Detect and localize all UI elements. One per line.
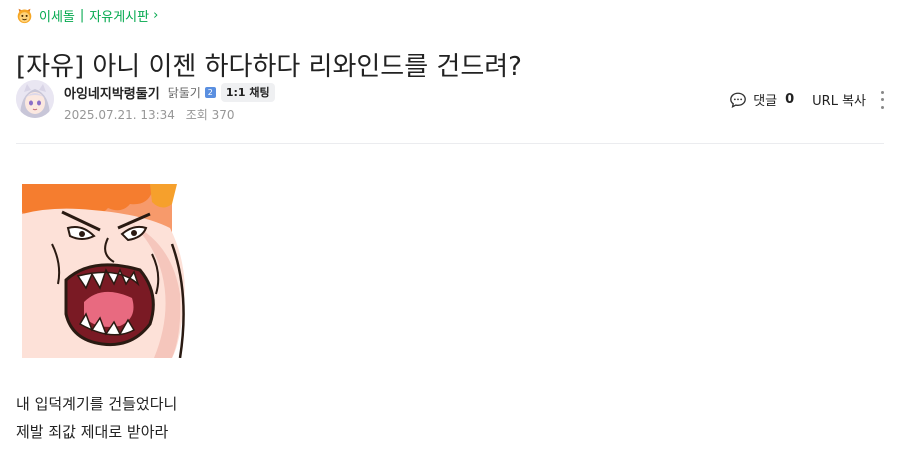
author-info: 아잉네지박령둘기 닭둘기 2 1:1 채팅 2025.07.21. 13:34 …	[64, 82, 275, 123]
vertical-dots-icon[interactable]	[880, 90, 884, 109]
angry-face-illustration	[22, 184, 192, 358]
speech-bubble-icon	[730, 92, 747, 108]
author-line: 아잉네지박령둘기 닭둘기 2 1:1 채팅	[64, 82, 275, 102]
comment-label: 댓글	[753, 94, 778, 109]
view-count: 조회 370	[185, 108, 235, 122]
breadcrumb-board-name[interactable]: 자유게시판	[89, 6, 149, 25]
post-meta: 2025.07.21. 13:34 조회 370	[64, 106, 275, 123]
member-grade: 닭둘기	[167, 85, 201, 100]
chevron-right-icon: ›	[153, 7, 159, 23]
post-image[interactable]	[22, 184, 192, 358]
avatar[interactable]	[16, 80, 54, 118]
author-nickname[interactable]: 아잉네지박령둘기	[64, 83, 160, 102]
breadcrumb[interactable]: 이세돌 | 자유게시판 ›	[16, 5, 158, 25]
one-on-one-chat-button[interactable]: 1:1 채팅	[220, 82, 275, 102]
cafe-emoji-icon	[17, 8, 32, 23]
url-copy-button[interactable]: URL 복사	[812, 90, 866, 109]
post-body-line: 제발 죄값 제대로 받아라	[16, 423, 169, 441]
post-actions: 댓글 0 URL 복사	[729, 90, 884, 109]
post-body-line: 내 입덕계기를 건들었다니	[16, 395, 178, 413]
breadcrumb-separator: |	[79, 7, 85, 23]
header-divider	[16, 143, 884, 144]
avatar-image	[16, 80, 54, 118]
post-body: 내 입덕계기를 건들었다니 제발 죄값 제대로 받아라	[16, 390, 177, 446]
author-row: 아잉네지박령둘기 닭둘기 2 1:1 채팅 2025.07.21. 13:34 …	[16, 80, 884, 122]
comment-button[interactable]: 댓글 0	[729, 90, 794, 109]
breadcrumb-cafe-name[interactable]: 이세돌	[39, 6, 75, 25]
post-date: 2025.07.21. 13:34	[64, 108, 175, 122]
comment-count: 0	[785, 92, 795, 107]
grade-badge-icon: 2	[204, 86, 216, 98]
